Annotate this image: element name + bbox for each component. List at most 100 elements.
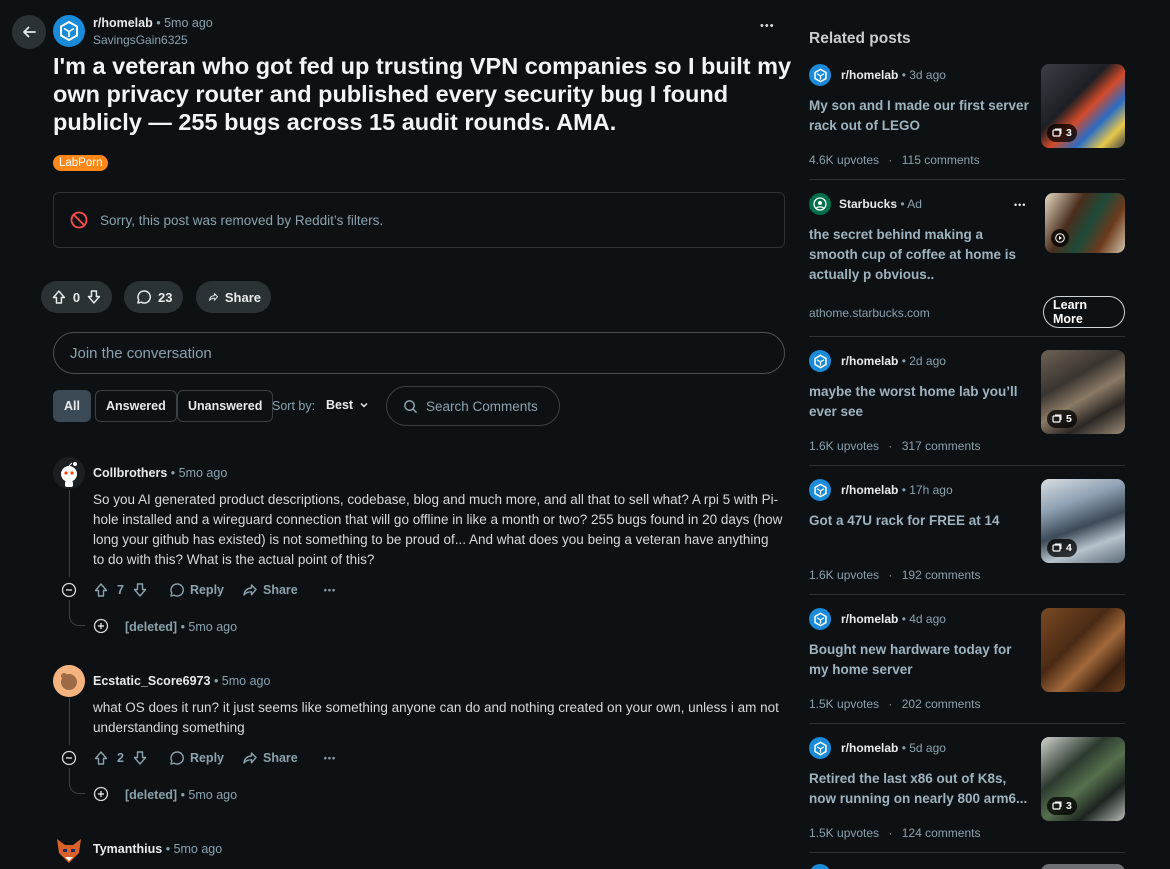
related-post-thumbnail[interactable] — [1041, 864, 1125, 869]
related-post-title[interactable]: Retired the last x86 out of K8s, now run… — [809, 769, 1034, 809]
upvote-icon[interactable] — [51, 289, 67, 305]
comment-avatar[interactable] — [53, 665, 85, 697]
comment-avatar[interactable] — [53, 833, 85, 865]
post-vote-count: 0 — [72, 289, 81, 305]
related-post-subreddit[interactable]: r/homelab — [841, 741, 898, 755]
filter-all-button[interactable]: All — [53, 390, 91, 422]
related-post-title[interactable]: Got a 47U rack for FREE at 14 — [809, 511, 1034, 531]
thread-line[interactable] — [69, 698, 70, 745]
related-post-thumbnail[interactable]: 5 — [1041, 350, 1125, 434]
related-post-subreddit[interactable]: r/homelab — [841, 68, 898, 82]
subreddit-avatar — [809, 737, 831, 759]
related-post[interactable]: r/homelab • 4d ago Bought new hardware t… — [809, 608, 1125, 711]
image-count: 5 — [1066, 413, 1072, 425]
comment-author[interactable]: Ecstatic_Score6973 — [93, 674, 210, 688]
learn-more-button[interactable]: Learn More — [1043, 296, 1125, 328]
image-count: 4 — [1066, 542, 1072, 554]
join-conversation-input[interactable] — [53, 332, 785, 374]
ad-title[interactable]: the secret behind making a smooth cup of… — [809, 225, 1024, 285]
related-post[interactable]: r/homelab • 3d ago My son and I made our… — [809, 64, 1125, 167]
related-post-subreddit[interactable]: r/homelab — [841, 612, 898, 626]
image-count-badge: 4 — [1047, 539, 1077, 557]
comment-more-button[interactable]: ••• — [324, 753, 336, 763]
expand-button[interactable] — [93, 786, 109, 802]
deleted-time: • 5mo ago — [180, 788, 238, 802]
related-post[interactable]: r/homelab • 2d ago maybe the worst home … — [809, 350, 1125, 453]
back-button[interactable] — [12, 15, 46, 49]
ad-brand[interactable]: Starbucks — [839, 197, 897, 211]
comment-time: • 5mo ago — [213, 674, 271, 688]
reply-button[interactable]: Reply — [169, 582, 224, 598]
comment-author[interactable]: Collbrothers — [93, 466, 167, 480]
comment-more-button[interactable]: ••• — [324, 585, 336, 595]
subreddit-name[interactable]: r/homelab — [93, 16, 153, 30]
post-flair[interactable]: LabPorn — [53, 155, 109, 171]
comment-time: • 5mo ago — [165, 842, 223, 856]
share-icon — [243, 584, 257, 596]
related-post-subreddit[interactable]: r/homelab — [841, 354, 898, 368]
stat-separator: · — [888, 826, 893, 840]
related-post-stats: 4.6K upvotes · 115 comments — [809, 153, 980, 167]
downvote-icon[interactable] — [132, 750, 148, 766]
related-post-title[interactable]: maybe the worst home lab you’ll ever see — [809, 382, 1034, 422]
share-button[interactable]: Share — [196, 281, 271, 313]
share-label: Share — [263, 751, 298, 765]
post-time: • 5mo ago — [156, 16, 213, 30]
post-author[interactable]: SavingsGain6325 — [93, 33, 188, 47]
reply-button[interactable]: Reply — [169, 750, 224, 766]
related-post-comments: 115 comments — [901, 153, 980, 167]
filter-unanswered-button[interactable]: Unanswered — [177, 390, 274, 422]
deleted-reply[interactable]: [deleted] • 5mo ago — [125, 788, 237, 802]
related-post-stats: 1.5K upvotes · 124 comments — [809, 826, 980, 840]
related-post-title[interactable]: Bought new hardware today for my home se… — [809, 640, 1034, 680]
comment-actions: 2 Reply Share ••• — [93, 750, 336, 766]
related-post-thumbnail[interactable]: 3 — [1041, 64, 1125, 148]
sponsored-post[interactable]: Starbucks • Ad ••• the secret behind mak… — [809, 193, 1125, 328]
deleted-time: • 5mo ago — [180, 620, 238, 634]
related-post-thumbnail[interactable]: 3 — [1041, 737, 1125, 821]
comment-share-button[interactable]: Share — [242, 750, 298, 766]
related-post-thumbnail[interactable]: 4 — [1041, 479, 1125, 563]
share-icon — [208, 293, 218, 301]
comment-body: what OS does it run? it just seems like … — [93, 700, 779, 735]
subreddit-avatar[interactable] — [53, 15, 85, 47]
downvote-icon[interactable] — [86, 289, 102, 305]
subreddit-avatar — [809, 64, 831, 86]
related-post-upvotes: 1.5K upvotes — [809, 826, 880, 840]
reply-label: Reply — [189, 583, 224, 597]
filter-answered-button[interactable]: Answered — [95, 390, 177, 422]
expand-button[interactable] — [93, 618, 109, 634]
ad-domain[interactable]: athome.starbucks.com — [809, 306, 930, 320]
ad-thumbnail[interactable] — [1045, 193, 1125, 253]
related-post-title[interactable]: My son and I made our first server rack … — [809, 96, 1034, 136]
related-post[interactable]: r/homelab • 17h ago Got a 47U rack for F… — [809, 479, 1125, 582]
gallery-icon — [1052, 128, 1062, 137]
related-post-comments: 202 comments — [901, 697, 981, 711]
sort-dropdown[interactable]: Best — [326, 398, 369, 412]
comment-share-button[interactable]: Share — [242, 582, 298, 598]
upvote-icon[interactable] — [93, 582, 109, 598]
comments-button[interactable]: 23 — [124, 281, 183, 313]
collapse-button[interactable] — [61, 582, 77, 598]
fox-avatar-icon — [57, 839, 81, 863]
deleted-reply[interactable]: [deleted] • 5mo ago — [125, 620, 237, 634]
related-post-time: • 5d ago — [901, 741, 946, 755]
divider — [809, 852, 1125, 853]
post-vote-group: 0 — [41, 281, 112, 313]
post-more-button[interactable]: ••• — [760, 20, 775, 32]
thread-line[interactable] — [69, 490, 70, 577]
collapse-button[interactable] — [61, 750, 77, 766]
play-icon — [1055, 233, 1065, 243]
search-comments-input[interactable]: Search Comments — [386, 386, 560, 426]
related-post-thumbnail[interactable] — [1041, 608, 1125, 692]
comment-author[interactable]: Tymanthius — [93, 842, 162, 856]
upvote-icon[interactable] — [93, 750, 109, 766]
post-subreddit[interactable]: r/homelab • 5mo ago — [93, 16, 213, 30]
ad-more-button[interactable]: ••• — [1014, 200, 1026, 210]
subreddit-avatar — [809, 479, 831, 501]
comment-actions: 7 Reply Share ••• — [93, 582, 336, 598]
related-post[interactable]: r/homelab • 5d ago Retired the last x86 … — [809, 737, 1125, 840]
downvote-icon[interactable] — [132, 582, 148, 598]
comment-avatar[interactable] — [53, 457, 85, 489]
related-post-subreddit[interactable]: r/homelab — [841, 483, 898, 497]
